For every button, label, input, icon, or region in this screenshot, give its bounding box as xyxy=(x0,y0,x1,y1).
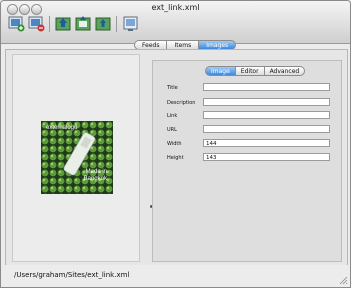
link-label: Link xyxy=(167,113,178,119)
image-view-icon[interactable] xyxy=(122,15,139,32)
title-field[interactable] xyxy=(203,83,330,91)
height-label: Height xyxy=(167,155,184,161)
width-field[interactable]: 144 xyxy=(203,139,330,147)
file-path: /Users/graham/Sites/ext_link.xml xyxy=(14,271,130,279)
detail-tab-bar: Image Editor Advanced xyxy=(205,66,306,76)
image-details-pane: Image Editor Advanced Title Description … xyxy=(152,60,342,262)
height-field[interactable]: 143 xyxy=(203,153,330,161)
link-field[interactable] xyxy=(203,111,330,119)
status-bar: /Users/graham/Sites/ext_link.xml xyxy=(1,265,350,287)
title-label: Title xyxy=(167,85,178,91)
tab-advanced[interactable]: Advanced xyxy=(263,66,306,76)
image-remove-icon[interactable] xyxy=(28,15,45,32)
image-upload-icon[interactable] xyxy=(95,15,112,32)
preview-caption-line2: Bangkok xyxy=(83,176,107,182)
url-label: URL xyxy=(167,127,177,133)
image-preview-pane: externalogo Made in Bangkok xyxy=(12,54,140,262)
preview-caption-bottom: Made in Bangkok xyxy=(84,169,107,183)
upload-icon[interactable] xyxy=(55,15,72,32)
preview-caption-top: externalogo xyxy=(46,125,78,131)
content-area: externalogo Made in Bangkok Image Editor… xyxy=(5,49,348,266)
titlebar: ext_link.xml xyxy=(1,1,350,44)
app-window: ext_link.xml Feeds Items Images external… xyxy=(0,0,351,288)
width-label: Width xyxy=(167,141,182,147)
toolbar-separator xyxy=(116,16,117,32)
window-title: ext_link.xml xyxy=(151,3,200,12)
toolbar-separator xyxy=(49,16,50,32)
url-field[interactable] xyxy=(203,125,330,133)
image-add-icon[interactable] xyxy=(8,15,25,32)
image-export-icon[interactable] xyxy=(75,15,92,32)
description-label: Description xyxy=(167,100,196,106)
resize-grip-icon[interactable] xyxy=(339,276,348,285)
description-field[interactable] xyxy=(203,98,330,106)
tab-editor[interactable]: Editor xyxy=(234,66,264,76)
image-preview: externalogo Made in Bangkok xyxy=(41,121,113,194)
preview-caption-line1: Made in xyxy=(85,169,107,175)
tab-image[interactable]: Image xyxy=(205,66,235,76)
